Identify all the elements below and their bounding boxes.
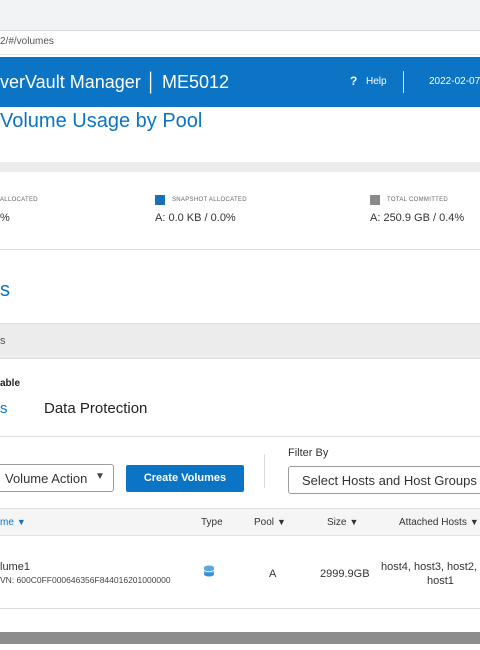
header-divider — [403, 71, 404, 93]
sort-down-icon: ▼ — [469, 517, 479, 527]
committed-legend-swatch — [370, 195, 380, 205]
stats-divider — [0, 249, 480, 250]
column-header-name[interactable]: me ▼ — [0, 517, 26, 528]
stat-snapshot-value: A: 0.0 KB / 0.0% — [155, 212, 236, 224]
volume-action-select[interactable]: Volume Action ▼ — [0, 464, 114, 492]
table-label: able — [0, 378, 21, 389]
stat-snapshot-label: SNAPSHOT ALLOCATED — [172, 197, 247, 203]
tabs-divider — [0, 436, 480, 437]
volume-size: 2999.9GB — [320, 568, 370, 580]
volumes-section-title: s — [0, 279, 10, 301]
volume-action-value: Volume Action — [5, 471, 88, 486]
chevron-down-icon: ▼ — [95, 471, 105, 482]
attached-hosts-line1: host4, host3, host2, — [381, 561, 478, 573]
volume-wwn: VN: 600C0FF000646356F844016201000000 — [0, 575, 171, 585]
section-band — [0, 162, 480, 172]
tab-data-protection[interactable]: Data Protection — [44, 400, 147, 417]
table-header: me ▼ Type Pool ▼ Size ▼ Attached Hosts ▼ — [0, 508, 480, 536]
help-icon[interactable]: ? — [350, 74, 357, 88]
address-bar[interactable]: 2/#/volumes — [0, 32, 480, 55]
app-title: verVault Manager │ ME5012 — [0, 72, 230, 92]
column-header-pool[interactable]: Pool ▼ — [254, 517, 286, 528]
header-date: 2022-02-07 — [429, 76, 480, 87]
toolbar-divider — [264, 454, 265, 488]
help-link[interactable]: Help — [366, 76, 387, 87]
column-header-type: Type — [201, 517, 223, 528]
stat-allocated-value: % — [0, 212, 10, 224]
sort-down-icon: ▼ — [16, 517, 26, 527]
column-header-attached-hosts[interactable]: Attached Hosts ▼ — [399, 517, 479, 528]
collapsible-band[interactable]: s — [0, 323, 480, 359]
stat-committed-value: A: 250.9 GB / 0.4% — [370, 212, 465, 224]
sort-down-icon: ▼ — [349, 517, 359, 527]
tab-volumes[interactable]: s — [0, 400, 8, 417]
footer-bar — [0, 632, 480, 644]
page-title: Volume Usage by Pool — [0, 110, 203, 132]
stat-allocated-label: ALLOCATED — [0, 197, 38, 203]
sort-down-icon: ▼ — [277, 517, 286, 527]
volume-name[interactable]: lume1 — [0, 561, 30, 573]
address-bar-url[interactable]: 2/#/volumes — [0, 36, 54, 47]
app-header: verVault Manager │ ME5012 ? Help 2022-02… — [0, 57, 480, 107]
stat-committed-label: TOTAL COMMITTED — [387, 197, 449, 203]
collapsible-band-label: s — [0, 335, 6, 347]
table-bottom-border — [0, 608, 480, 609]
browser-tab-strip — [0, 0, 480, 31]
column-header-size[interactable]: Size ▼ — [327, 517, 358, 528]
create-volumes-button[interactable]: Create Volumes — [126, 465, 244, 492]
database-icon — [203, 565, 215, 577]
host-filter-select[interactable]: Select Hosts and Host Groups — [288, 466, 480, 494]
volume-pool: A — [269, 568, 277, 580]
filter-by-label: Filter By — [288, 447, 329, 459]
host-filter-placeholder: Select Hosts and Host Groups — [302, 473, 477, 488]
attached-hosts-line2: host1 — [427, 575, 454, 587]
table-row[interactable]: lume1 VN: 600C0FF000646356F8440162010000… — [0, 537, 480, 607]
snapshot-legend-swatch — [155, 195, 165, 205]
